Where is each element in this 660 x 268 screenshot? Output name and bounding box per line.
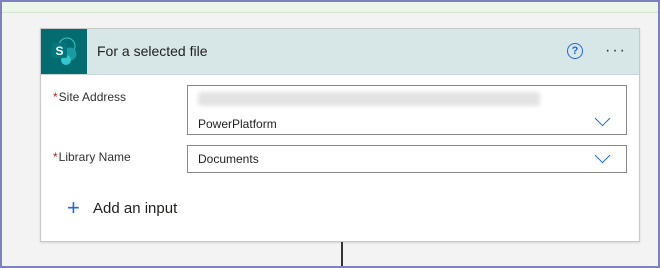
library-name-dropdown[interactable]: Documents (187, 145, 627, 173)
library-name-value: Documents (198, 152, 259, 166)
previous-step-edge (2, 2, 658, 13)
flow-canvas: S For a selected file ? ··· *Site Addres… (0, 0, 660, 268)
chevron-down-icon[interactable] (594, 110, 611, 127)
trigger-title: For a selected file (97, 43, 208, 59)
required-asterisk: * (53, 150, 58, 164)
trigger-card-header[interactable]: S For a selected file ? ··· (41, 29, 639, 75)
site-address-dropdown[interactable]: PowerPlatform (187, 85, 627, 135)
chevron-down-icon[interactable] (594, 147, 611, 164)
more-options-icon[interactable]: ··· (605, 42, 627, 60)
site-address-value: PowerPlatform (198, 117, 277, 131)
sharepoint-icon: S (41, 29, 87, 74)
library-name-label: *Library Name (53, 150, 131, 164)
redacted-site-url (198, 92, 540, 106)
site-address-label: *Site Address (53, 90, 126, 104)
plus-icon: + (67, 195, 80, 220)
library-name-label-text: Library Name (58, 150, 131, 164)
add-input-label: Add an input (93, 200, 178, 217)
site-address-label-text: Site Address (58, 90, 127, 104)
flow-connector-line (341, 242, 343, 266)
svg-text:S: S (55, 44, 63, 58)
trigger-card: S For a selected file ? ··· *Site Addres… (40, 28, 640, 242)
required-asterisk: * (53, 90, 58, 104)
help-icon[interactable]: ? (567, 43, 583, 59)
